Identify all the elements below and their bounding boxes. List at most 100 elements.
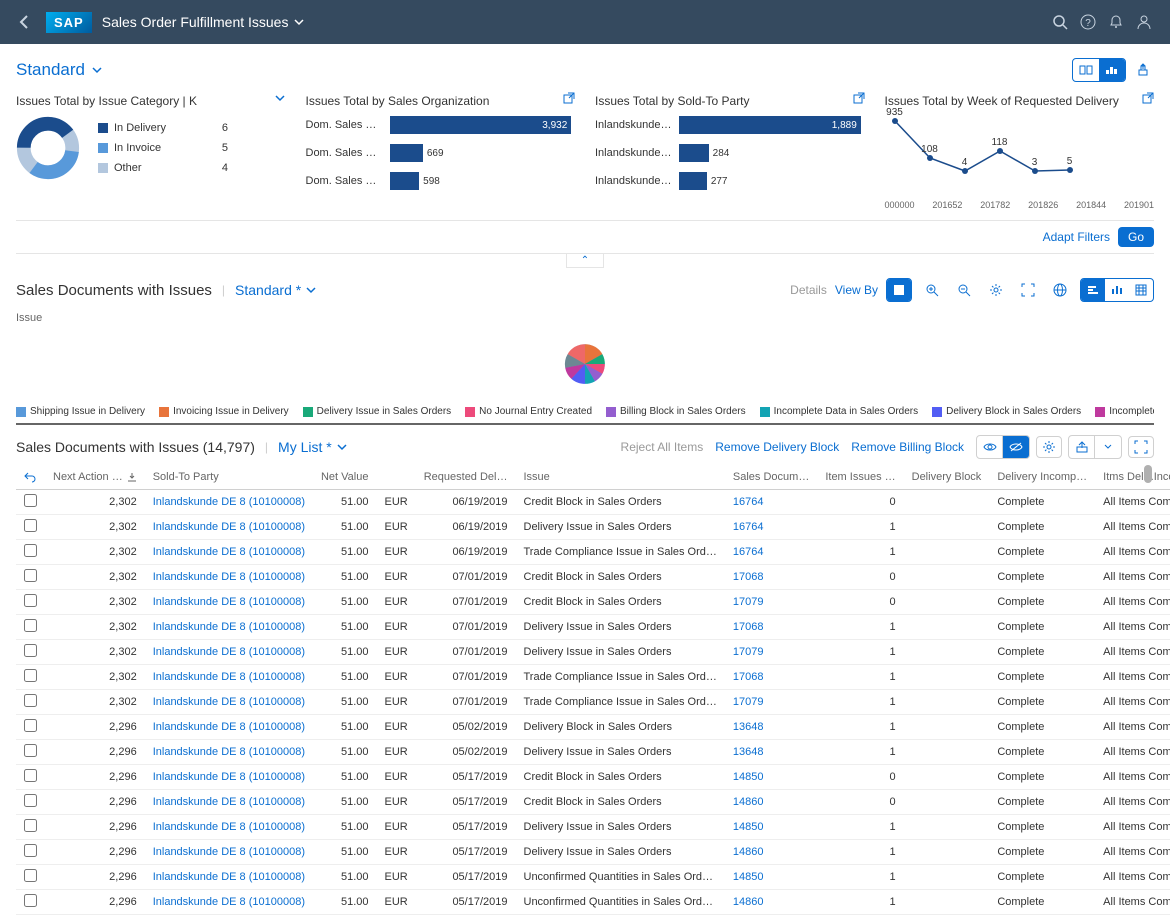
- settings-icon[interactable]: [984, 279, 1008, 301]
- view-by-link[interactable]: View By: [835, 283, 878, 297]
- row-checkbox[interactable]: [24, 594, 37, 607]
- bar-row[interactable]: Dom. Sales Org …3,932: [306, 116, 576, 134]
- legend-item[interactable]: Billing Block in Sales Orders: [606, 406, 746, 417]
- remove-billing-block-link[interactable]: Remove Billing Block: [851, 440, 964, 454]
- row-checkbox[interactable]: [24, 869, 37, 882]
- table-row[interactable]: 2,296Inlandskunde DE 8 (10100008)51.00EU…: [16, 740, 1170, 765]
- zoom-out-icon[interactable]: [952, 279, 976, 301]
- row-checkbox[interactable]: [24, 719, 37, 732]
- document-link[interactable]: 17068: [725, 665, 817, 690]
- document-link[interactable]: 17079: [725, 690, 817, 715]
- sort-filter-icon[interactable]: [127, 472, 137, 482]
- row-checkbox[interactable]: [24, 844, 37, 857]
- document-link[interactable]: 13648: [725, 740, 817, 765]
- document-link[interactable]: 16764: [725, 490, 817, 515]
- hide-icon[interactable]: [1003, 436, 1029, 458]
- table-row[interactable]: 2,302Inlandskunde DE 8 (10100008)51.00EU…: [16, 615, 1170, 640]
- sold-to-link[interactable]: Inlandskunde DE 8 (10100008): [145, 690, 313, 715]
- legend-item[interactable]: No Journal Entry Created: [465, 406, 592, 417]
- table-row[interactable]: 2,296Inlandskunde DE 8 (10100008)51.00EU…: [16, 765, 1170, 790]
- sold-to-link[interactable]: Inlandskunde DE 8 (10100008): [145, 540, 313, 565]
- chevron-down-icon[interactable]: [274, 92, 286, 104]
- legend-item[interactable]: Shipping Issue in Delivery: [16, 406, 145, 417]
- sold-to-link[interactable]: Inlandskunde DE 8 (10100008): [145, 890, 313, 915]
- globe-icon[interactable]: [1048, 279, 1072, 301]
- export-dropdown-icon[interactable]: [1095, 436, 1121, 458]
- table-row[interactable]: 2,296Inlandskunde DE 8 (10100008)51.00EU…: [16, 815, 1170, 840]
- column-header[interactable]: Item Issues …: [817, 465, 903, 490]
- row-checkbox[interactable]: [24, 544, 37, 557]
- sold-to-link[interactable]: Inlandskunde DE 8 (10100008): [145, 715, 313, 740]
- bar-row[interactable]: Dom. Sales Org …669: [306, 144, 576, 162]
- table-row[interactable]: 2,302Inlandskunde DE 8 (10100008)51.00EU…: [16, 515, 1170, 540]
- variant-selector[interactable]: Standard: [16, 60, 103, 80]
- table-row[interactable]: 2,296Inlandskunde DE 8 (10100008)51.00EU…: [16, 840, 1170, 865]
- document-link[interactable]: 14850: [725, 865, 817, 890]
- legend-item[interactable]: In Invoice5: [98, 142, 228, 154]
- chart-table-icon[interactable]: [1129, 279, 1153, 301]
- layout-charts[interactable]: [1099, 59, 1125, 81]
- table-row[interactable]: 2,302Inlandskunde DE 8 (10100008)51.00EU…: [16, 565, 1170, 590]
- remove-delivery-block-link[interactable]: Remove Delivery Block: [715, 440, 839, 454]
- table-row[interactable]: 2,296Inlandskunde DE 8 (10100008)51.00EU…: [16, 865, 1170, 890]
- row-checkbox[interactable]: [24, 894, 37, 907]
- bar-row[interactable]: Dom. Sales Org …598: [306, 172, 576, 190]
- notification-icon[interactable]: [1102, 8, 1130, 36]
- back-button[interactable]: [12, 10, 36, 34]
- sold-to-link[interactable]: Inlandskunde DE 8 (10100008): [145, 865, 313, 890]
- sold-to-link[interactable]: Inlandskunde DE 8 (10100008): [145, 840, 313, 865]
- document-link[interactable]: 14860: [725, 890, 817, 915]
- legend-item[interactable]: Incomplete Data in Delivery: [1095, 406, 1154, 417]
- sold-to-link[interactable]: Inlandskunde DE 8 (10100008): [145, 765, 313, 790]
- row-checkbox[interactable]: [24, 694, 37, 707]
- document-link[interactable]: 17068: [725, 615, 817, 640]
- document-link[interactable]: 16764: [725, 515, 817, 540]
- export-icon[interactable]: [1069, 436, 1095, 458]
- bar-row[interactable]: Inlandskunde D…277: [595, 172, 865, 190]
- row-checkbox[interactable]: [24, 794, 37, 807]
- section-variant[interactable]: Standard *: [235, 282, 317, 298]
- sold-to-link[interactable]: Inlandskunde DE 8 (10100008): [145, 665, 313, 690]
- column-header[interactable]: Delivery Incomp…: [989, 465, 1095, 490]
- column-header[interactable]: [376, 465, 415, 490]
- zoom-in-icon[interactable]: [920, 279, 944, 301]
- chevron-up-icon[interactable]: ⌃: [566, 254, 604, 268]
- table-row[interactable]: 2,302Inlandskunde DE 8 (10100008)51.00EU…: [16, 665, 1170, 690]
- table-row[interactable]: 2,302Inlandskunde DE 8 (10100008)51.00EU…: [16, 640, 1170, 665]
- row-checkbox[interactable]: [24, 819, 37, 832]
- document-link[interactable]: 14860: [725, 840, 817, 865]
- search-icon[interactable]: [1046, 8, 1074, 36]
- column-header[interactable]: Sold-To Party: [145, 465, 313, 490]
- sold-to-link[interactable]: Inlandskunde DE 8 (10100008): [145, 490, 313, 515]
- column-header[interactable]: Next Action …: [45, 465, 145, 490]
- share-button[interactable]: [1132, 59, 1154, 81]
- fullscreen-icon[interactable]: [1016, 279, 1040, 301]
- table-row[interactable]: 2,296Inlandskunde DE 8 (10100008)51.00EU…: [16, 890, 1170, 915]
- table-row[interactable]: 2,302Inlandskunde DE 8 (10100008)51.00EU…: [16, 540, 1170, 565]
- document-link[interactable]: 17079: [725, 590, 817, 615]
- column-header[interactable]: Sales Docum…: [725, 465, 817, 490]
- document-link[interactable]: 14850: [725, 765, 817, 790]
- reject-all-link[interactable]: Reject All Items: [621, 440, 704, 454]
- row-checkbox[interactable]: [24, 669, 37, 682]
- row-checkbox[interactable]: [24, 569, 37, 582]
- row-checkbox[interactable]: [24, 619, 37, 632]
- dim-one[interactable]: [887, 279, 911, 301]
- sold-to-link[interactable]: Inlandskunde DE 8 (10100008): [145, 565, 313, 590]
- chart-cols-icon[interactable]: [1105, 279, 1129, 301]
- go-button[interactable]: Go: [1118, 227, 1154, 247]
- details-link[interactable]: Details: [790, 283, 827, 297]
- legend-item[interactable]: Delivery Issue in Sales Orders: [303, 406, 452, 417]
- user-icon[interactable]: [1130, 8, 1158, 36]
- row-checkbox[interactable]: [24, 769, 37, 782]
- row-checkbox[interactable]: [24, 744, 37, 757]
- sold-to-link[interactable]: Inlandskunde DE 8 (10100008): [145, 815, 313, 840]
- help-icon[interactable]: ?: [1074, 8, 1102, 36]
- bar-row[interactable]: Inlandskunde D…1,889: [595, 116, 865, 134]
- document-link[interactable]: 17079: [725, 640, 817, 665]
- document-link[interactable]: 14850: [725, 815, 817, 840]
- popout-icon[interactable]: [563, 92, 575, 104]
- table-row[interactable]: 2,296Inlandskunde DE 8 (10100008)51.00EU…: [16, 790, 1170, 815]
- table-row[interactable]: 2,302Inlandskunde DE 8 (10100008)51.00EU…: [16, 490, 1170, 515]
- table-row[interactable]: 2,296Inlandskunde DE 8 (10100008)51.00EU…: [16, 715, 1170, 740]
